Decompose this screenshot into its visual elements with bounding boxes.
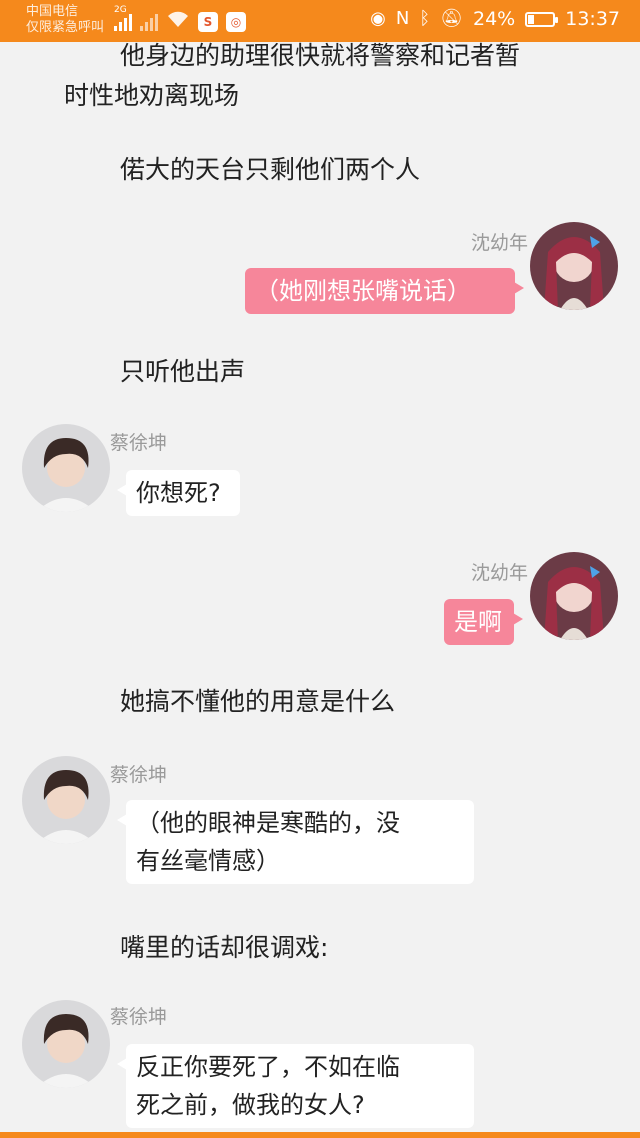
chat-bubble[interactable]: （他的眼神是寒酷的，没 有丝毫情感） — [117, 800, 474, 884]
bluetooth-icon: ᛒ — [419, 8, 431, 29]
wifi-icon — [166, 10, 190, 33]
nfc-icon: N — [395, 8, 410, 29]
signal-icon: 2G — [114, 5, 132, 31]
speaker-name: 沈幼年 — [470, 232, 528, 254]
speaker-name: 蔡徐坤 — [110, 432, 168, 454]
chat-bubble-line: 有丝毫情感） — [136, 847, 280, 875]
eye-comfort-icon: ◉ — [370, 8, 386, 29]
bottom-accent-bar — [0, 1132, 640, 1138]
chat-bubble[interactable]: 是啊 — [444, 599, 523, 645]
signal-icon-2 — [140, 13, 158, 31]
avatar-male[interactable] — [22, 424, 110, 512]
avatar-male[interactable] — [22, 1000, 110, 1088]
chat-bubble-line: 死之前，做我的女人? — [136, 1091, 365, 1119]
story-text: 偌大的天台只剩他们两个人 — [120, 155, 421, 184]
story-text: 他身边的助理很快就将警察和记者暂 — [120, 41, 521, 70]
chat-bubble-line: （他的眼神是寒酷的，没 — [136, 809, 400, 837]
speaker-name: 沈幼年 — [470, 562, 528, 584]
speaker-name: 蔡徐坤 — [110, 764, 168, 786]
battery-icon — [525, 11, 559, 27]
mute-icon: 🔕︎ — [440, 8, 463, 29]
status-icons-left: 2G S ◎ — [114, 5, 246, 33]
story-text: 只听他出声 — [120, 357, 246, 386]
carrier-info: 中国电信 仅限紧急呼叫 — [26, 4, 104, 36]
story-text: 她搞不懂他的用意是什么 — [120, 687, 396, 716]
battery-percent: 24% — [473, 8, 516, 30]
chat-bubble-line: 反正你要死了，不如在临 — [136, 1053, 400, 1081]
avatar-female[interactable] — [530, 222, 618, 310]
chat-bubble[interactable]: 反正你要死了，不如在临 死之前，做我的女人? — [117, 1044, 474, 1128]
app-notification-icon: S — [198, 11, 218, 32]
status-icons-right: ◉ N ᛒ 🔕︎ 24% 13:37 — [370, 8, 620, 30]
status-bar: 中国电信 仅限紧急呼叫 2G S ◎ ◉ N ᛒ 🔕︎ 24% 13:37 — [0, 0, 640, 42]
weibo-notification-icon: ◎ — [226, 11, 246, 32]
carrier-status: 仅限紧急呼叫 — [26, 20, 105, 35]
avatar-female[interactable] — [530, 552, 618, 640]
story-text: 嘴里的话却很调戏: — [120, 933, 329, 962]
chat-bubble[interactable]: 你想死? — [117, 470, 240, 516]
avatar-male[interactable] — [22, 756, 110, 844]
speaker-name: 蔡徐坤 — [110, 1006, 168, 1028]
network-type: 2G — [114, 4, 127, 15]
carrier-name: 中国电信 — [26, 4, 79, 19]
story-text: 时性地劝离现场 — [64, 81, 240, 110]
clock: 13:37 — [565, 8, 620, 30]
chat-bubble[interactable]: （她刚想张嘴说话） — [245, 268, 524, 314]
